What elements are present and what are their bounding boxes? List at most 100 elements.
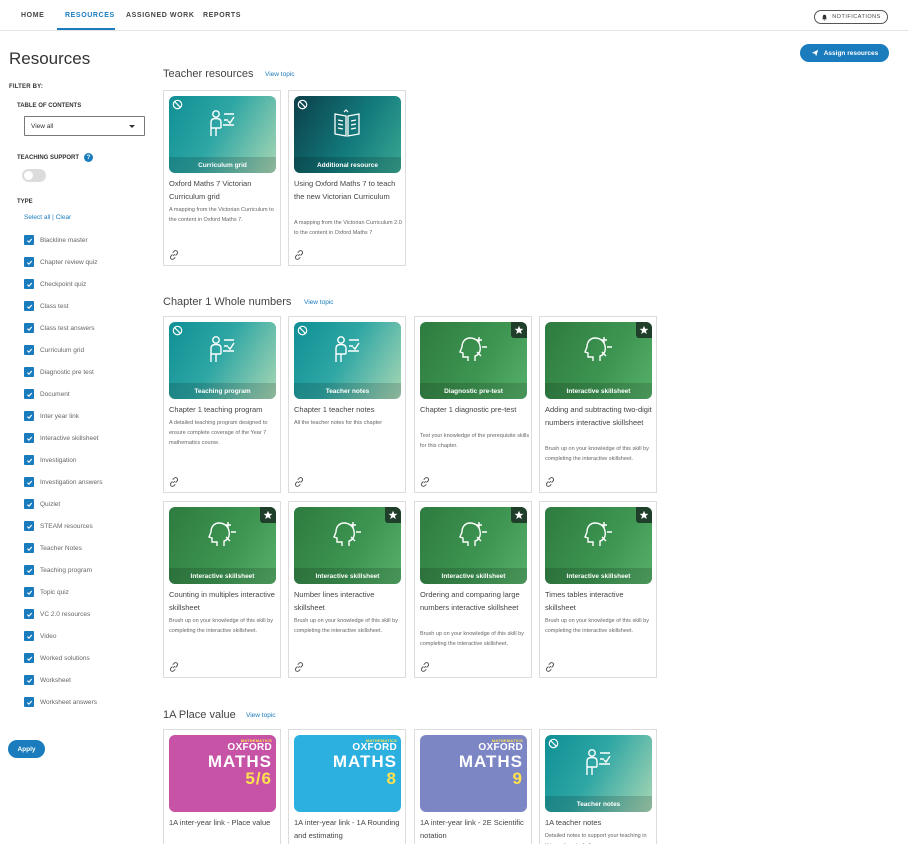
checkbox-checked-icon[interactable] [24,433,34,443]
resource-thumbnail[interactable]: MATHEMATICS OXFORD MATHS 8 [294,735,401,812]
type-checkbox-row[interactable]: Document [24,388,70,400]
resource-card[interactable]: MATHEMATICS OXFORD MATHS 5/6 1A inter-year l… [163,729,281,844]
resource-card[interactable]: MATHEMATICS OXFORD MATHS 9 1A inter-year lin… [414,729,532,844]
type-checkbox-row[interactable]: Inter year link [24,410,79,422]
star-icon[interactable] [636,507,652,523]
resource-card[interactable]: Teacher notes Chapter 1 teacher notes All … [288,316,406,493]
star-icon[interactable] [636,322,652,338]
resource-card[interactable]: MATHEMATICS OXFORD MATHS 8 1A inter-year lin… [288,729,406,844]
star-icon[interactable] [385,507,401,523]
resource-title[interactable]: Chapter 1 teaching program [169,403,279,416]
type-checkbox-row[interactable]: STEAM resources [24,520,93,532]
resource-card[interactable]: Additional resource Using Oxford Maths 7 … [288,90,406,266]
resource-card[interactable]: Interactive skillsheet Counting in multip… [163,501,281,678]
checkbox-checked-icon[interactable] [24,279,34,289]
resource-title[interactable]: Chapter 1 teacher notes [294,403,404,416]
checkbox-checked-icon[interactable] [24,411,34,421]
checkbox-checked-icon[interactable] [24,455,34,465]
type-checkbox-row[interactable]: Checkpoint quiz [24,278,86,290]
link-icon[interactable] [294,477,304,487]
view-topic-link[interactable]: View topic [304,299,334,306]
checkbox-checked-icon[interactable] [24,697,34,707]
resource-thumbnail[interactable]: Interactive skillsheet [545,322,652,399]
view-topic-link[interactable]: View topic [246,712,276,719]
nav-resources[interactable]: RESOURCES [65,12,115,19]
resource-card[interactable]: Interactive skillsheet Ordering and compa… [414,501,532,678]
type-checkbox-row[interactable]: Video [24,630,57,642]
teaching-support-toggle[interactable] [22,169,46,182]
resource-title[interactable]: Chapter 1 diagnostic pre-test [420,403,530,416]
type-checkbox-row[interactable]: Curriculum grid [24,344,84,356]
checkbox-checked-icon[interactable] [24,235,34,245]
resource-title[interactable]: Number lines interactive skillsheet [294,588,404,614]
resource-title[interactable]: 1A inter-year link - 1A Rounding and est… [294,816,404,842]
resource-thumbnail[interactable]: MATHEMATICS OXFORD MATHS 9 [420,735,527,812]
resource-thumbnail[interactable]: Curriculum grid [169,96,276,173]
resource-card[interactable]: Interactive skillsheet Adding and subtrac… [539,316,657,493]
resource-thumbnail[interactable]: Teacher notes [545,735,652,812]
checkbox-checked-icon[interactable] [24,477,34,487]
resource-thumbnail[interactable]: Interactive skillsheet [169,507,276,584]
resource-thumbnail[interactable]: Interactive skillsheet [545,507,652,584]
link-icon[interactable] [169,662,179,672]
star-icon[interactable] [511,507,527,523]
checkbox-checked-icon[interactable] [24,609,34,619]
link-icon[interactable] [420,477,430,487]
clear-link[interactable]: Clear [56,214,72,221]
link-icon[interactable] [294,250,304,260]
resource-title[interactable]: Counting in multiples interactive skills… [169,588,279,614]
resource-title[interactable]: Oxford Maths 7 Victorian Curriculum grid [169,177,279,203]
type-checkbox-row[interactable]: Blackline master [24,234,88,246]
checkbox-checked-icon[interactable] [24,653,34,663]
resource-title[interactable]: 1A inter-year link - Place value [169,816,279,829]
link-icon[interactable] [294,662,304,672]
type-checkbox-row[interactable]: Diagnostic pre test [24,366,94,378]
select-all-link[interactable]: Select all [24,214,50,221]
help-icon[interactable]: ? [84,153,94,162]
resource-card[interactable]: Teacher notes 1A teacher notes Detailed no… [539,729,657,844]
type-checkbox-row[interactable]: Investigation answers [24,476,103,488]
checkbox-checked-icon[interactable] [24,367,34,377]
resource-thumbnail[interactable]: MATHEMATICS OXFORD MATHS 5/6 [169,735,276,812]
checkbox-checked-icon[interactable] [24,587,34,597]
checkbox-checked-icon[interactable] [24,499,34,509]
type-checkbox-row[interactable]: Class test [24,300,69,312]
resource-title[interactable]: Times tables interactive skillsheet [545,588,655,614]
resource-card[interactable]: Interactive skillsheet Times tables inter… [539,501,657,678]
resource-card[interactable]: Diagnostic pre-test Chapter 1 diagnostic … [414,316,532,493]
resource-title[interactable]: 1A inter-year link - 2E Scientific notat… [420,816,530,842]
type-checkbox-row[interactable]: Chapter review quiz [24,256,97,268]
type-checkbox-row[interactable]: VC 2.0 resources [24,608,90,620]
checkbox-checked-icon[interactable] [24,323,34,333]
checkbox-checked-icon[interactable] [24,543,34,553]
checkbox-checked-icon[interactable] [24,389,34,399]
resource-card[interactable]: Curriculum grid Oxford Maths 7 Victorian … [163,90,281,266]
star-icon[interactable] [511,322,527,338]
link-icon[interactable] [169,250,179,260]
type-checkbox-row[interactable]: Worksheet answers [24,696,97,708]
checkbox-checked-icon[interactable] [24,345,34,355]
toc-select[interactable]: View all [24,116,145,136]
link-icon[interactable] [169,477,179,487]
link-icon[interactable] [545,477,555,487]
resource-card[interactable]: Interactive skillsheet Number lines inter… [288,501,406,678]
checkbox-checked-icon[interactable] [24,301,34,311]
checkbox-checked-icon[interactable] [24,257,34,267]
type-checkbox-row[interactable]: Topic quiz [24,586,69,598]
resource-thumbnail[interactable]: Interactive skillsheet [420,507,527,584]
star-icon[interactable] [260,507,276,523]
resource-title[interactable]: 1A teacher notes [545,816,655,829]
nav-home[interactable]: HOME [21,12,44,19]
checkbox-checked-icon[interactable] [24,675,34,685]
resource-thumbnail[interactable]: Interactive skillsheet [294,507,401,584]
checkbox-checked-icon[interactable] [24,565,34,575]
type-checkbox-row[interactable]: Quizlet [24,498,60,510]
link-icon[interactable] [420,662,430,672]
resource-thumbnail[interactable]: Additional resource [294,96,401,173]
checkbox-checked-icon[interactable] [24,521,34,531]
link-icon[interactable] [545,662,555,672]
type-checkbox-row[interactable]: Class test answers [24,322,95,334]
type-checkbox-row[interactable]: Interactive skillsheet [24,432,99,444]
type-checkbox-row[interactable]: Investigation [24,454,77,466]
resource-thumbnail[interactable]: Teaching program [169,322,276,399]
